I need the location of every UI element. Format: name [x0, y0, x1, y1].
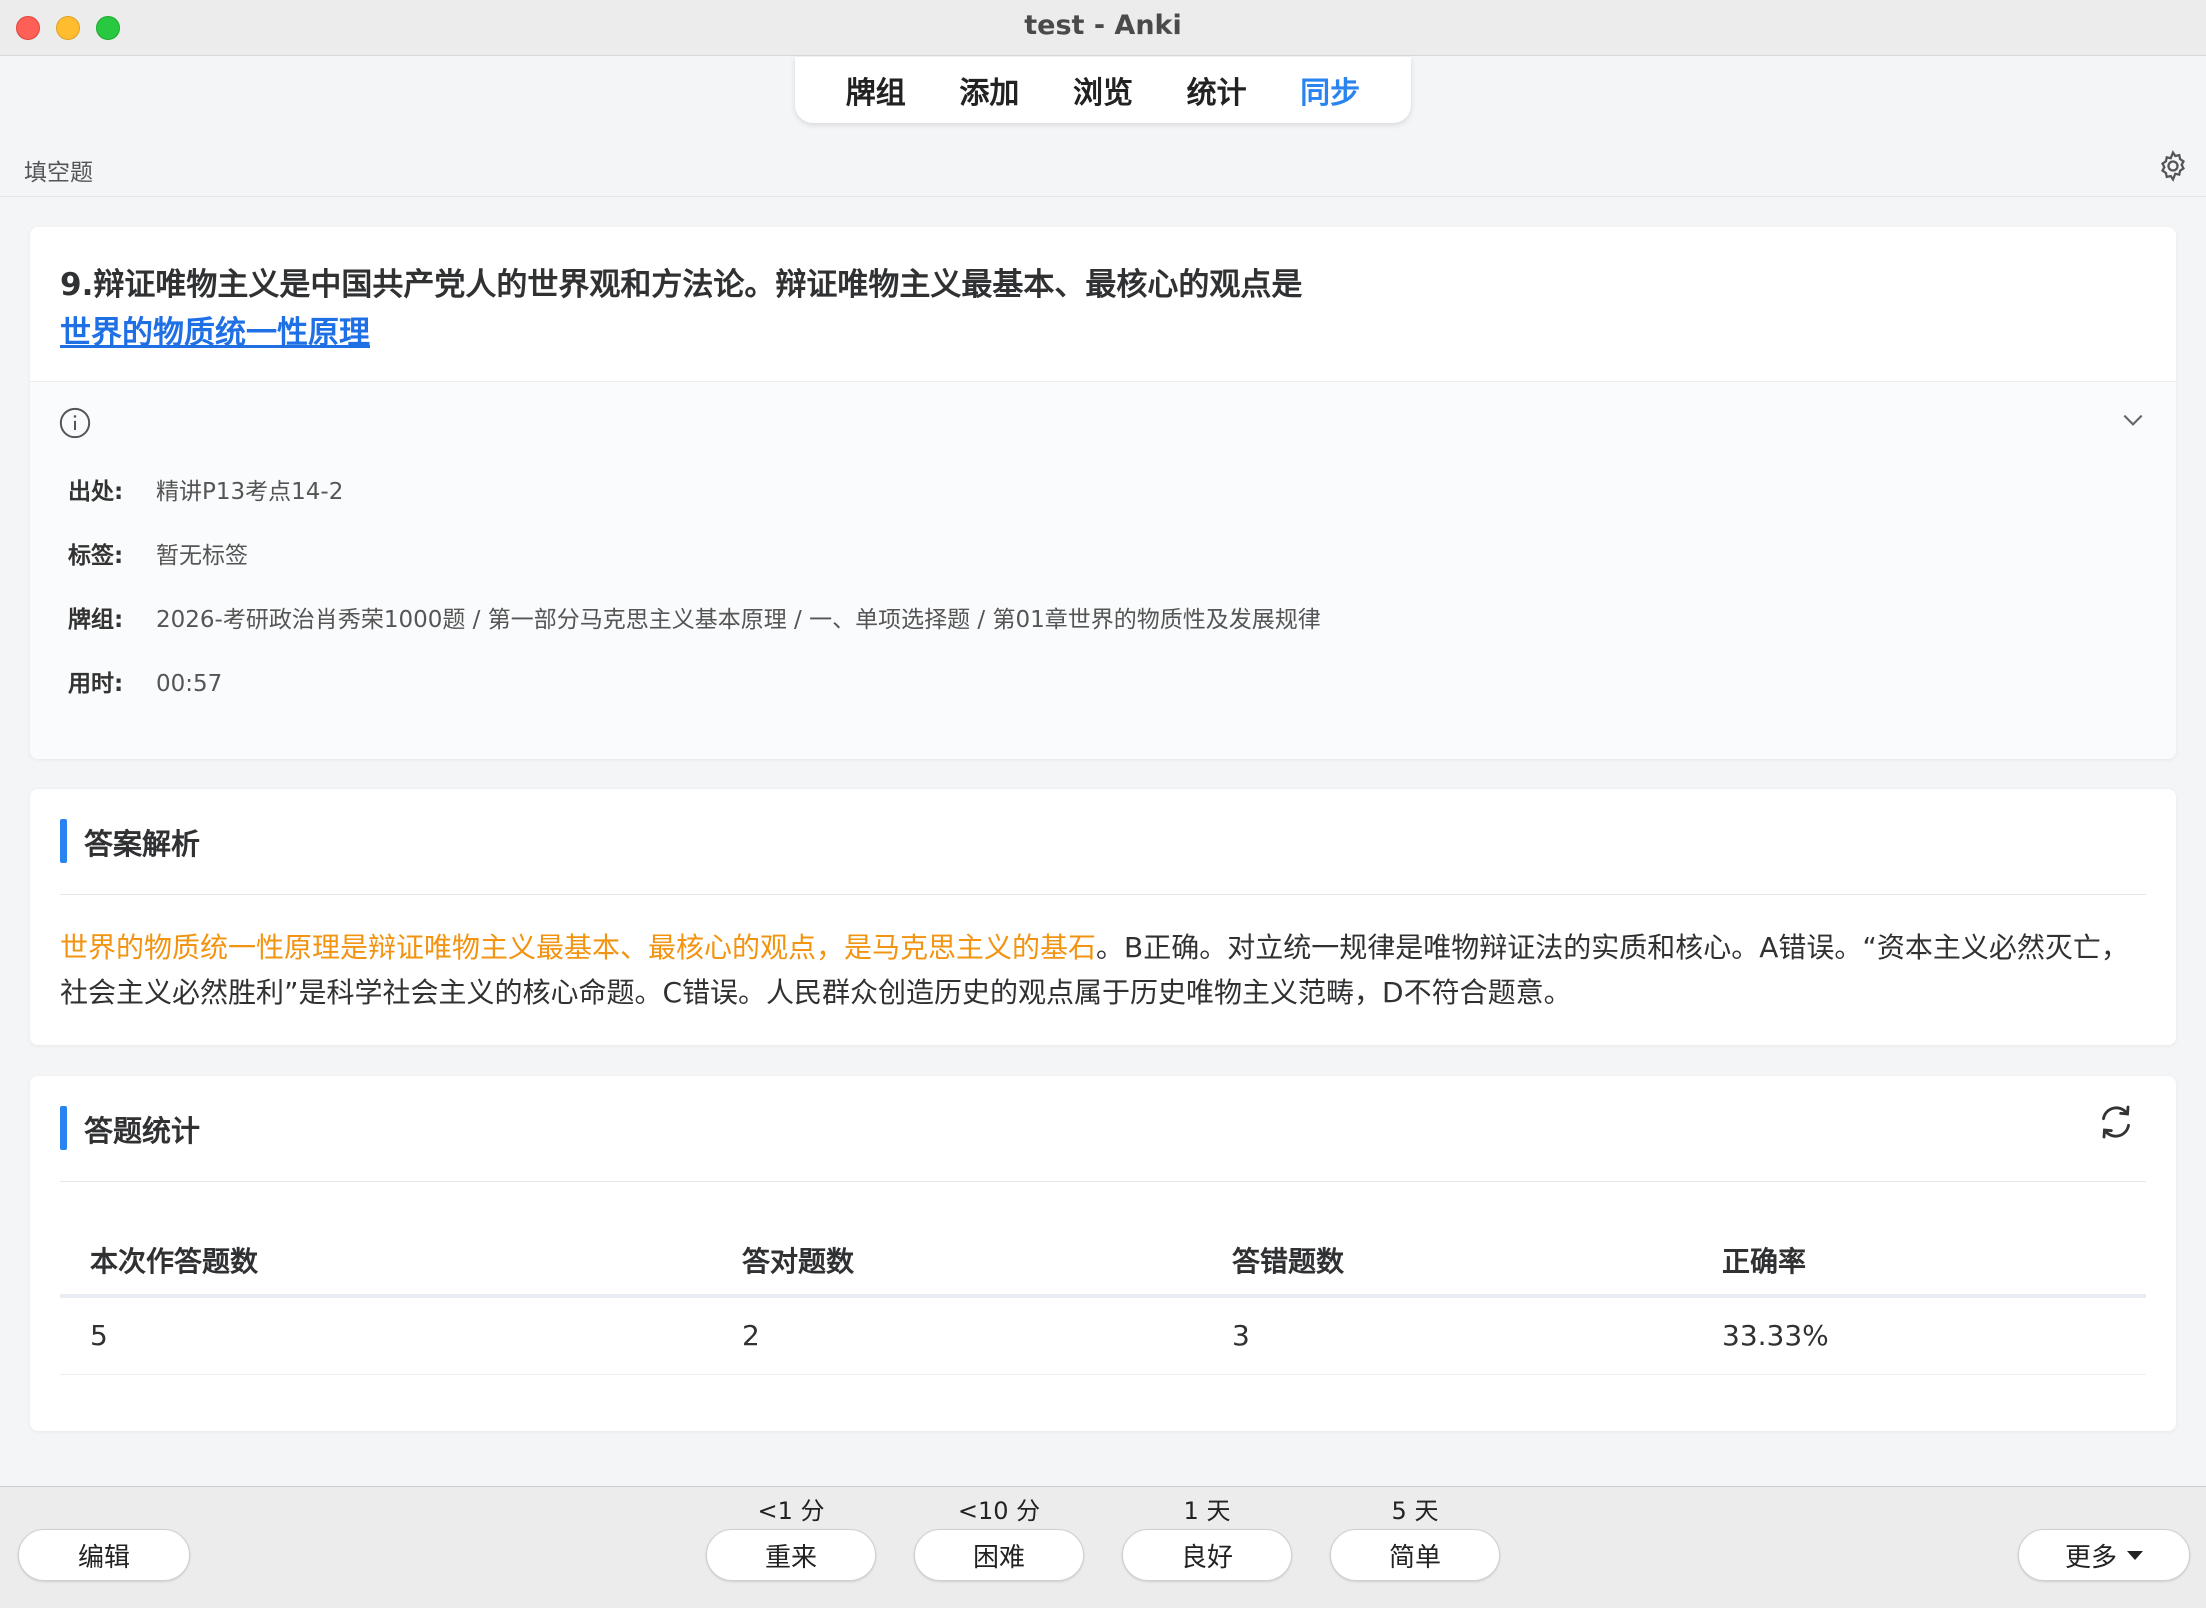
- stats-col-total: 本次作答题数: [60, 1226, 712, 1298]
- meta-tags-label: 标签:: [68, 543, 124, 569]
- note-type-label: 填空题: [24, 160, 93, 186]
- caret-down-icon: [2127, 1550, 2143, 1560]
- more-label: 更多: [2064, 1542, 2117, 1573]
- stats-title: 答题统计: [84, 1114, 201, 1148]
- stats-table: 本次作答题数 答对题数 答错题数 正确率 5 2 3 33.33%: [60, 1226, 2146, 1375]
- meta-source-value: 精讲P13考点14-2: [156, 479, 344, 505]
- toolbar-stats[interactable]: 统计: [1187, 68, 1247, 112]
- hard-button[interactable]: 困难: [914, 1529, 1084, 1581]
- analysis-header: 答案解析: [60, 789, 2146, 895]
- meta-source: 出处: 精讲P13考点14-2: [68, 472, 343, 506]
- main-toolbar: 牌组 添加 浏览 统计 同步: [795, 57, 1411, 123]
- toolbar-area: 牌组 添加 浏览 统计 同步: [0, 57, 2206, 133]
- stats-correct-value: 2: [712, 1296, 1202, 1375]
- stats-card: 答题统计 本次作答题数 答对题数 答错题数 正确率 5 2 3 33.33%: [30, 1076, 2176, 1431]
- window-title: test - Anki: [1024, 10, 1182, 41]
- table-row: 5 2 3 33.33%: [60, 1296, 2146, 1375]
- again-button[interactable]: 重来: [706, 1529, 876, 1581]
- edit-button[interactable]: 编辑: [18, 1529, 190, 1581]
- toolbar-sync[interactable]: 同步: [1300, 68, 1360, 112]
- cloze-answer: 世界的物质统一性原理: [60, 315, 370, 351]
- meta-time-label: 用时:: [68, 671, 124, 697]
- refresh-icon[interactable]: [2096, 1102, 2136, 1142]
- answer-bar: 编辑 <1 分 重来 <10 分 困难 1 天 良好 5 天 简单 更多: [0, 1486, 2206, 1608]
- toolbar-browse[interactable]: 浏览: [1073, 68, 1133, 112]
- meta-tags: 标签: 暂无标签: [68, 536, 248, 570]
- card-header: 填空题: [0, 135, 2206, 197]
- info-icon[interactable]: [58, 406, 92, 440]
- stats-header-row: 本次作答题数 答对题数 答错题数 正确率: [60, 1226, 2146, 1298]
- section-accent-bar: [60, 1106, 67, 1150]
- stats-total-value: 5: [60, 1296, 712, 1375]
- good-button[interactable]: 良好: [1122, 1529, 1292, 1581]
- stats-wrong-value: 3: [1202, 1296, 1692, 1375]
- analysis-card: 答案解析 世界的物质统一性原理是辩证唯物主义最基本、最核心的观点，是马克思主义的…: [30, 789, 2176, 1045]
- interval-easy: 5 天: [1391, 1497, 1439, 1525]
- analysis-highlight: 世界的物质统一性原理是辩证唯物主义最基本、最核心的观点，是马克思主义的基石: [60, 931, 1097, 964]
- analysis-text: 世界的物质统一性原理是辩证唯物主义最基本、最核心的观点，是马克思主义的基石。B正…: [60, 925, 2150, 1015]
- easy-button[interactable]: 简单: [1330, 1529, 1500, 1581]
- meta-time: 用时: 00:57: [68, 664, 222, 698]
- toolbar-decks[interactable]: 牌组: [846, 68, 906, 112]
- stats-col-rate: 正确率: [1692, 1226, 2146, 1298]
- chevron-down-icon[interactable]: [2120, 410, 2146, 430]
- stats-col-wrong: 答错题数: [1202, 1226, 1692, 1298]
- card-info-panel: 出处: 精讲P13考点14-2 标签: 暂无标签 牌组: 2026-考研政治肖秀荣10…: [30, 381, 2176, 759]
- meta-deck: 牌组: 2026-考研政治肖秀荣1000题 / 第一部分马克思主义基本原理 / 一…: [68, 600, 1321, 634]
- meta-deck-label: 牌组:: [68, 607, 124, 633]
- meta-source-label: 出处:: [68, 479, 124, 505]
- stats-col-correct: 答对题数: [712, 1226, 1202, 1298]
- question-text: 9.辩证唯物主义是中国共产党人的世界观和方法论。辩证唯物主义最基本、最核心的观点…: [60, 261, 1302, 357]
- section-accent-bar: [60, 819, 67, 863]
- question-stem: 9.辩证唯物主义是中国共产党人的世界观和方法论。辩证唯物主义最基本、最核心的观点…: [60, 267, 1303, 303]
- meta-deck-value: 2026-考研政治肖秀荣1000题 / 第一部分马克思主义基本原理 / 一、单项…: [156, 607, 1321, 633]
- meta-tags-value: 暂无标签: [156, 543, 248, 569]
- stats-header: 答题统计: [60, 1076, 2146, 1182]
- analysis-title: 答案解析: [84, 827, 201, 861]
- title-bar: test - Anki: [0, 0, 2206, 56]
- more-button[interactable]: 更多: [2018, 1529, 2190, 1581]
- toolbar-add[interactable]: 添加: [959, 68, 1019, 112]
- interval-good: 1 天: [1183, 1497, 1231, 1525]
- stats-rate-value: 33.33%: [1692, 1296, 2146, 1375]
- question-card: 9.辩证唯物主义是中国共产党人的世界观和方法论。辩证唯物主义最基本、最核心的观点…: [30, 227, 2176, 759]
- meta-time-value: 00:57: [156, 671, 223, 697]
- gear-icon[interactable]: [2156, 149, 2190, 183]
- interval-again: <1 分: [757, 1497, 825, 1525]
- interval-hard: <10 分: [957, 1497, 1041, 1525]
